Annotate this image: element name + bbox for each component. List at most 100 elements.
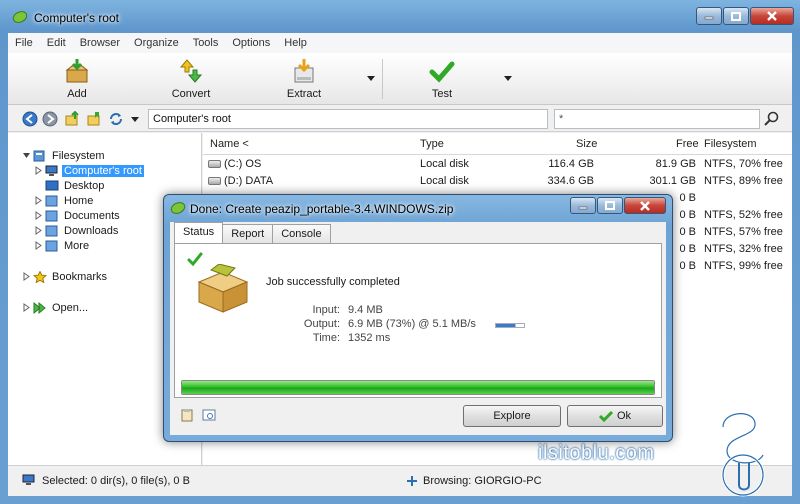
convert-label: Convert bbox=[171, 88, 211, 100]
tree-item-filesystem[interactable]: Filesystem bbox=[22, 148, 107, 163]
menu-edit[interactable]: Edit bbox=[40, 37, 73, 49]
col-free[interactable]: Free bbox=[676, 138, 699, 150]
plus-icon[interactable] bbox=[407, 476, 417, 486]
address-input[interactable] bbox=[148, 109, 548, 129]
output-label: Output: bbox=[303, 318, 340, 330]
menu-browser[interactable]: Browser bbox=[73, 37, 127, 49]
input-value: 9.4 MB bbox=[348, 304, 383, 316]
maximize-icon bbox=[731, 11, 741, 21]
row-filesystem: NTFS, 70% free bbox=[704, 158, 783, 170]
add-button[interactable]: Add bbox=[42, 55, 112, 103]
dialog-tabs: Status Report Console bbox=[174, 222, 331, 244]
tab-console[interactable]: Console bbox=[272, 224, 331, 243]
add-archive-icon bbox=[65, 59, 89, 83]
expand-arrow-icon[interactable] bbox=[34, 226, 43, 235]
minimize-icon bbox=[704, 16, 714, 20]
collapse-arrow-icon[interactable] bbox=[22, 151, 31, 160]
tree-item-documents[interactable]: Documents bbox=[34, 208, 122, 223]
expand-arrow-icon[interactable] bbox=[34, 166, 43, 175]
row-type: Local disk bbox=[420, 175, 469, 187]
desktop-icon bbox=[45, 180, 59, 190]
maximize-button[interactable] bbox=[723, 7, 749, 25]
tree-item-computer-root[interactable]: Computer's root bbox=[34, 163, 144, 178]
time-label: Time: bbox=[312, 332, 340, 344]
menu-organize[interactable]: Organize bbox=[127, 37, 186, 49]
up-folder-icon[interactable] bbox=[64, 111, 80, 127]
close-button[interactable] bbox=[750, 7, 794, 25]
test-button[interactable]: Test bbox=[407, 55, 477, 103]
explore-button[interactable]: Explore bbox=[463, 405, 561, 427]
menu-file[interactable]: File bbox=[8, 37, 40, 49]
row-filesystem: NTFS, 89% free bbox=[704, 175, 783, 187]
tree-item-open[interactable]: Open... bbox=[22, 300, 90, 315]
expand-arrow-icon[interactable] bbox=[34, 196, 43, 205]
expand-arrow-icon[interactable] bbox=[34, 211, 43, 220]
tree-item-home[interactable]: Home bbox=[34, 193, 95, 208]
expand-arrow-icon[interactable] bbox=[34, 241, 43, 250]
more-folder-icon bbox=[45, 240, 58, 251]
row-type: Local disk bbox=[420, 158, 469, 170]
menu-bar: File Edit Browser Organize Tools Options… bbox=[8, 33, 792, 53]
back-icon[interactable] bbox=[22, 111, 38, 127]
watermark-text: ilsitoblu.com bbox=[538, 442, 655, 464]
row-filesystem: NTFS, 57% free bbox=[704, 226, 783, 238]
expand-arrow-icon[interactable] bbox=[22, 303, 31, 312]
tree-label: Documents bbox=[64, 209, 120, 222]
output-value: 6.9 MB (73%) @ 5.1 MB/s bbox=[348, 318, 476, 330]
col-name[interactable]: Name < bbox=[210, 138, 249, 150]
ok-button[interactable]: Ok bbox=[567, 405, 663, 427]
col-filesystem[interactable]: Filesystem bbox=[704, 138, 757, 150]
history-dropdown-icon[interactable] bbox=[130, 111, 140, 127]
browsing-status: Browsing: GIORGIO-PC bbox=[423, 475, 542, 487]
bookmark-folder-icon[interactable] bbox=[86, 111, 102, 127]
row-free: 0 B bbox=[679, 260, 696, 272]
row-name: (D:) DATA bbox=[224, 175, 274, 187]
progress-fill bbox=[182, 381, 654, 394]
hard-drive-icon bbox=[208, 160, 221, 168]
archive-box-icon bbox=[197, 264, 249, 313]
tree-item-downloads[interactable]: Downloads bbox=[34, 223, 120, 238]
row-free: 0 B bbox=[679, 243, 696, 255]
test-dropdown-icon[interactable] bbox=[503, 73, 513, 83]
dialog-minimize-button[interactable] bbox=[570, 197, 596, 214]
extract-icon bbox=[294, 59, 314, 83]
menu-options[interactable]: Options bbox=[225, 37, 277, 49]
tree-label: Filesystem bbox=[52, 149, 105, 162]
minimize-button[interactable] bbox=[696, 7, 722, 25]
convert-button[interactable]: Convert bbox=[156, 55, 226, 103]
computer-icon bbox=[45, 165, 58, 176]
progress-bar bbox=[181, 380, 655, 395]
tree-item-more[interactable]: More bbox=[34, 238, 91, 253]
col-size[interactable]: Size bbox=[576, 138, 597, 150]
documents-folder-icon bbox=[45, 210, 58, 221]
table-row[interactable]: (D:) DATA Local disk 334.6 GB 301.1 GB N… bbox=[203, 173, 792, 189]
extract-label: Extract bbox=[286, 88, 322, 100]
tree-item-desktop[interactable]: Desktop bbox=[45, 178, 106, 193]
toolbar-separator bbox=[382, 59, 383, 99]
search-icon[interactable] bbox=[764, 111, 780, 127]
extract-dropdown-icon[interactable] bbox=[366, 73, 376, 83]
clipboard-icon[interactable] bbox=[180, 408, 194, 422]
dialog-close-button[interactable] bbox=[624, 197, 666, 214]
filter-input[interactable] bbox=[554, 109, 760, 129]
title-bar[interactable]: Computer's root bbox=[0, 0, 800, 33]
col-type[interactable]: Type bbox=[420, 138, 444, 150]
maximize-icon bbox=[605, 201, 615, 210]
refresh-icon[interactable] bbox=[108, 111, 124, 127]
sito-blu-logo-icon bbox=[721, 412, 765, 497]
tab-report[interactable]: Report bbox=[222, 224, 274, 243]
expand-arrow-icon[interactable] bbox=[22, 272, 31, 281]
row-free: 81.9 GB bbox=[655, 158, 696, 170]
menu-tools[interactable]: Tools bbox=[186, 37, 226, 49]
dialog-maximize-button[interactable] bbox=[597, 197, 623, 214]
extract-button[interactable]: Extract bbox=[269, 55, 339, 103]
close-icon bbox=[640, 200, 650, 211]
report-icon[interactable] bbox=[202, 408, 216, 422]
tree-item-bookmarks[interactable]: Bookmarks bbox=[22, 269, 109, 284]
tree-label: Desktop bbox=[64, 179, 105, 192]
status-panel: Job successfully completed Input: 9.4 MB… bbox=[174, 243, 662, 398]
menu-help[interactable]: Help bbox=[277, 37, 314, 49]
tab-status[interactable]: Status bbox=[174, 222, 224, 243]
table-row[interactable]: (C:) OS Local disk 116.4 GB 81.9 GB NTFS… bbox=[203, 156, 792, 172]
forward-icon[interactable] bbox=[42, 111, 58, 127]
